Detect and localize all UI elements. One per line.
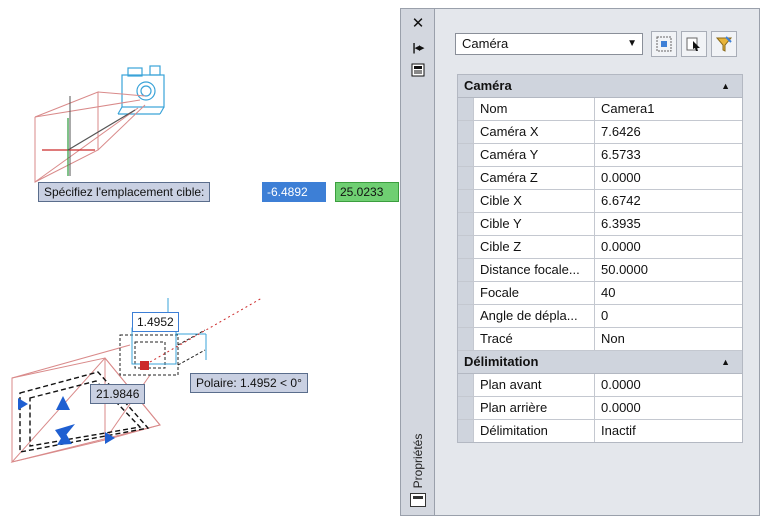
properties-palette: ✕ |◂▸ Propriétés Caméra ▼ Caméra ▲ Nom C… <box>400 8 760 516</box>
camera-glyph-bottom[interactable] <box>119 329 206 376</box>
property-name: Plan arrière <box>474 397 595 419</box>
property-name: Angle de dépla... <box>474 305 595 327</box>
property-name: Plan avant <box>474 374 595 396</box>
palette-content: Caméra ▼ Caméra ▲ Nom Camera1 Caméra X 7… <box>435 9 759 515</box>
property-value[interactable]: 0.0000 <box>595 397 742 419</box>
row-gutter <box>458 420 474 442</box>
target-y-input[interactable]: 25.0233 <box>335 182 399 202</box>
section-title: Délimitation <box>464 354 539 369</box>
row-gutter <box>458 121 474 143</box>
properties-grid: Caméra ▲ Nom Camera1 Caméra X 7.6426 Camér… <box>457 74 743 443</box>
property-value[interactable]: Non <box>595 328 742 350</box>
property-value[interactable]: 6.6742 <box>595 190 742 212</box>
property-value[interactable]: Inactif <box>595 420 742 442</box>
palette-menu-icon[interactable] <box>401 63 435 82</box>
property-row[interactable]: Tracé Non <box>458 328 742 351</box>
property-name: Délimitation <box>474 420 595 442</box>
property-row[interactable]: Cible Y 6.3935 <box>458 213 742 236</box>
property-name: Tracé <box>474 328 595 350</box>
target-x-input[interactable]: -6.4892 <box>262 182 326 202</box>
row-gutter <box>458 328 474 350</box>
property-value[interactable]: 0.0000 <box>595 167 742 189</box>
object-type-value: Caméra <box>462 36 509 51</box>
property-name: Cible Y <box>474 213 595 235</box>
property-row[interactable]: Cible Z 0.0000 <box>458 236 742 259</box>
property-name: Caméra Z <box>474 167 595 189</box>
property-value[interactable]: 50.0000 <box>595 259 742 281</box>
property-row[interactable]: Plan arrière 0.0000 <box>458 397 742 420</box>
drawing-canvas[interactable] <box>0 0 400 523</box>
polar-tooltip: Polaire: 1.4952 < 0° <box>190 373 308 393</box>
row-gutter <box>458 397 474 419</box>
property-value[interactable]: 6.3935 <box>595 213 742 235</box>
property-name: Distance focale... <box>474 259 595 281</box>
property-row[interactable]: Distance focale... 50.0000 <box>458 259 742 282</box>
property-name: Nom <box>474 98 595 120</box>
property-row[interactable]: Caméra Y 6.5733 <box>458 144 742 167</box>
property-row[interactable]: Focale 40 <box>458 282 742 305</box>
palette-properties-icon[interactable] <box>410 493 426 507</box>
palette-title: Propriétés <box>411 433 425 489</box>
row-gutter <box>458 144 474 166</box>
property-row[interactable]: Angle de dépla... 0 <box>458 305 742 328</box>
property-row[interactable]: Plan avant 0.0000 <box>458 374 742 397</box>
quick-select-icon <box>715 36 733 52</box>
property-name: Caméra X <box>474 121 595 143</box>
pickadd-icon <box>656 36 672 52</box>
row-gutter <box>458 305 474 327</box>
select-objects-button[interactable] <box>681 31 707 57</box>
row-gutter <box>458 259 474 281</box>
close-icon[interactable]: ✕ <box>401 15 435 33</box>
property-name: Cible X <box>474 190 595 212</box>
row-gutter <box>458 98 474 120</box>
property-value[interactable]: 7.6426 <box>595 121 742 143</box>
collapse-icon[interactable]: ▲ <box>721 351 730 373</box>
row-gutter <box>458 190 474 212</box>
property-name: Cible Z <box>474 236 595 258</box>
collapse-icon[interactable]: ▲ <box>721 75 730 97</box>
autohide-icon[interactable]: |◂▸ <box>401 39 435 57</box>
chevron-down-icon: ▼ <box>627 38 637 49</box>
property-row[interactable]: Caméra X 7.6426 <box>458 121 742 144</box>
toggle-pickadd-button[interactable] <box>651 31 677 57</box>
property-value[interactable]: 0.0000 <box>595 236 742 258</box>
property-value[interactable]: 0.0000 <box>595 374 742 396</box>
property-name: Caméra Y <box>474 144 595 166</box>
section-title: Caméra <box>464 78 512 93</box>
row-gutter <box>458 282 474 304</box>
select-objects-icon <box>686 37 700 51</box>
row-gutter <box>458 374 474 396</box>
property-value[interactable]: 6.5733 <box>595 144 742 166</box>
object-type-select[interactable]: Caméra ▼ <box>455 33 643 55</box>
section-header-camera[interactable]: Caméra ▲ <box>458 75 742 98</box>
property-row[interactable]: Cible X 6.6742 <box>458 190 742 213</box>
property-value[interactable]: 0 <box>595 305 742 327</box>
property-name: Focale <box>474 282 595 304</box>
distance-input[interactable]: 1.4952 <box>132 312 179 332</box>
palette-titlebar[interactable]: ✕ |◂▸ Propriétés <box>401 9 435 515</box>
property-value[interactable]: 40 <box>595 282 742 304</box>
length-tooltip: 21.9846 <box>90 384 146 404</box>
property-row[interactable]: Caméra Z 0.0000 <box>458 167 742 190</box>
camera-glyph-top[interactable] <box>117 65 165 115</box>
row-gutter <box>458 213 474 235</box>
property-value[interactable]: Camera1 <box>595 98 742 120</box>
section-header-delimitation[interactable]: Délimitation ▲ <box>458 351 742 374</box>
drawing-viewport[interactable]: Spécifiez l'emplacement cible: -6.4892 2… <box>0 0 400 523</box>
quick-select-button[interactable] <box>711 31 737 57</box>
property-row[interactable]: Délimitation Inactif <box>458 420 742 442</box>
row-gutter <box>458 236 474 258</box>
property-row[interactable]: Nom Camera1 <box>458 98 742 121</box>
dynamic-input-prompt: Spécifiez l'emplacement cible: <box>38 182 211 202</box>
row-gutter <box>458 167 474 189</box>
